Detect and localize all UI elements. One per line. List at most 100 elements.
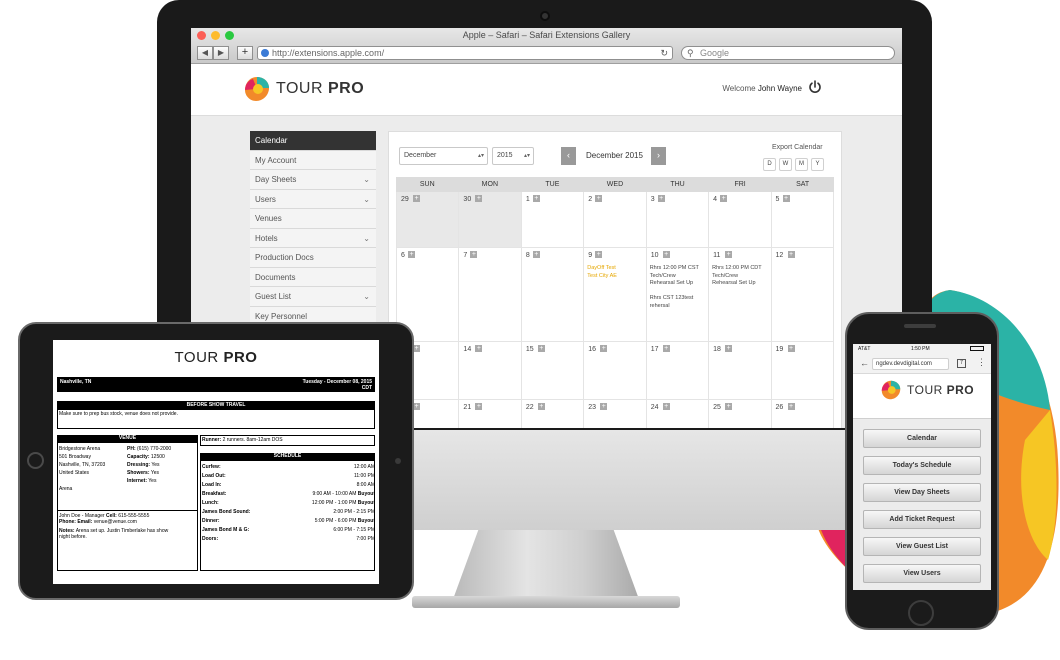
- add-event-icon[interactable]: +: [475, 403, 483, 410]
- event-line[interactable]: Rhrs 12:00 PM CST: [650, 265, 708, 273]
- add-event-icon[interactable]: +: [720, 195, 728, 202]
- add-event-icon[interactable]: +: [662, 403, 670, 410]
- calendar-day-cell[interactable]: 23 +: [584, 400, 647, 428]
- sidebar-item-venues[interactable]: Venues: [250, 209, 376, 229]
- email-value[interactable]: venue@venue.com: [94, 519, 137, 525]
- add-event-icon[interactable]: +: [475, 345, 483, 352]
- add-event-icon[interactable]: +: [537, 403, 545, 410]
- add-event-icon[interactable]: +: [600, 345, 608, 352]
- calendar-day-cell[interactable]: 21 +: [459, 400, 522, 428]
- calendar-day-cell[interactable]: 10 + Rhrs 12:00 PM CST Tech/Crew Rehearsal S…: [646, 248, 710, 342]
- calendar-day-cell[interactable]: 22 +: [521, 400, 585, 428]
- add-event-icon[interactable]: +: [787, 251, 795, 258]
- calendar-day-cell[interactable]: 29 +: [397, 192, 460, 248]
- tour-pro-logo-icon[interactable]: [244, 76, 270, 102]
- calendar-day-cell[interactable]: 7 +: [459, 248, 522, 342]
- add-event-icon[interactable]: +: [408, 251, 415, 258]
- add-event-icon[interactable]: +: [657, 195, 665, 202]
- add-event-icon[interactable]: +: [725, 345, 733, 352]
- calendar-day-cell[interactable]: 17 +: [646, 342, 710, 400]
- calendar-day-cell[interactable]: 1 +: [521, 192, 585, 248]
- calendar-day-cell[interactable]: 30 +: [459, 192, 522, 248]
- prev-month-button[interactable]: ‹: [561, 147, 576, 165]
- calendar-day-cell[interactable]: 5 +: [771, 192, 834, 248]
- sidebar-item-guest-list[interactable]: Guest List ⌄: [250, 287, 376, 307]
- calendar-day-cell[interactable]: 16 +: [584, 342, 647, 400]
- export-w-button[interactable]: W: [779, 158, 792, 171]
- add-ticket-request-button[interactable]: Add Ticket Request: [863, 510, 981, 529]
- add-event-icon[interactable]: +: [662, 251, 670, 258]
- add-event-icon[interactable]: +: [595, 251, 603, 258]
- add-event-icon[interactable]: +: [787, 345, 795, 352]
- event-line[interactable]: DayOff Test: [587, 265, 645, 273]
- calendar-day-cell[interactable]: 8 +: [521, 248, 585, 342]
- sidebar-item-production-docs[interactable]: Production Docs: [250, 248, 376, 268]
- sidebar-item-hotels[interactable]: Hotels ⌄: [250, 228, 376, 248]
- calendar-button[interactable]: Calendar: [863, 429, 981, 448]
- export-m-button[interactable]: M: [795, 158, 808, 171]
- calendar-day-cell[interactable]: 19 +: [771, 342, 834, 400]
- sidebar-item-calendar[interactable]: Calendar: [250, 131, 376, 151]
- add-event-icon[interactable]: +: [662, 345, 670, 352]
- add-event-icon[interactable]: +: [413, 403, 420, 410]
- calendar-day-cell[interactable]: 4 +: [709, 192, 772, 248]
- event-line[interactable]: rehersal: [650, 303, 708, 311]
- add-event-icon[interactable]: +: [782, 195, 790, 202]
- sidebar-item-documents[interactable]: Documents: [250, 267, 376, 287]
- add-event-icon[interactable]: +: [413, 195, 420, 202]
- forward-button[interactable]: ▶: [213, 46, 229, 60]
- calendar-day-cell[interactable]: 26 +: [771, 400, 834, 428]
- mobile-url-field[interactable]: ngdev.devdigital.com: [872, 358, 949, 370]
- calendar-day-cell[interactable]: 18 +: [709, 342, 772, 400]
- add-event-icon[interactable]: +: [470, 251, 478, 258]
- tabs-count-icon[interactable]: 7: [957, 359, 966, 368]
- calendar-day-cell[interactable]: 25 +: [709, 400, 772, 428]
- add-event-icon[interactable]: +: [787, 403, 795, 410]
- add-event-icon[interactable]: +: [537, 345, 545, 352]
- add-event-icon[interactable]: +: [600, 403, 608, 410]
- calendar-day-cell[interactable]: 11 + Rhrs 12:00 PM CDT Tech/Crew Rehearsal S…: [709, 248, 772, 342]
- event-line[interactable]: Rehearsal Set Up: [712, 280, 770, 288]
- add-event-icon[interactable]: +: [413, 345, 420, 352]
- sidebar-item-day-sheets[interactable]: Day Sheets ⌄: [250, 170, 376, 190]
- today-s-schedule-button[interactable]: Today's Schedule: [863, 456, 981, 475]
- view-guest-list-button[interactable]: View Guest List: [863, 537, 981, 556]
- user-name[interactable]: John Wayne: [758, 84, 802, 93]
- search-input[interactable]: ⚲ Google: [681, 46, 895, 60]
- calendar-day-cell[interactable]: 3 +: [646, 192, 710, 248]
- add-event-icon[interactable]: +: [725, 251, 733, 258]
- export-d-button[interactable]: D: [763, 158, 776, 171]
- overflow-menu-icon[interactable]: ⋮: [977, 357, 986, 368]
- year-select[interactable]: 2015 ▴▾: [492, 147, 534, 165]
- calendar-day-cell[interactable]: 15 +: [521, 342, 585, 400]
- event-line[interactable]: Tech/Crew: [650, 273, 708, 281]
- export-y-button[interactable]: Y: [811, 158, 824, 171]
- event-line[interactable]: Rhrs 12:00 PM CDT: [712, 265, 770, 273]
- month-select[interactable]: December ▴▾: [399, 147, 488, 165]
- add-bookmark-button[interactable]: +: [237, 46, 253, 60]
- event-line[interactable]: Test City AE: [587, 273, 645, 281]
- add-event-icon[interactable]: +: [532, 195, 540, 202]
- event-line[interactable]: Rhrs CST 123test: [650, 295, 708, 303]
- event-line[interactable]: Rehearsal Set Up: [650, 280, 708, 288]
- view-users-button[interactable]: View Users: [863, 564, 981, 583]
- back-arrow-icon[interactable]: ←: [860, 358, 869, 368]
- reload-icon[interactable]: ↻: [660, 47, 668, 59]
- calendar-day-cell[interactable]: 12 +: [771, 248, 834, 342]
- add-event-icon[interactable]: +: [475, 195, 483, 202]
- calendar-day-cell[interactable]: 2 +: [584, 192, 647, 248]
- add-event-icon[interactable]: +: [595, 195, 603, 202]
- calendar-day-cell[interactable]: 14 +: [459, 342, 522, 400]
- add-event-icon[interactable]: +: [725, 403, 733, 410]
- sidebar-item-users[interactable]: Users ⌄: [250, 189, 376, 209]
- next-month-button[interactable]: ›: [651, 147, 666, 165]
- back-button[interactable]: ◀: [197, 46, 213, 60]
- event-line[interactable]: Tech/Crew: [712, 273, 770, 281]
- calendar-day-cell[interactable]: 9 + DayOff Test Test City AE: [584, 248, 647, 342]
- view-day-sheets-button[interactable]: View Day Sheets: [863, 483, 981, 502]
- add-event-icon[interactable]: +: [532, 251, 540, 258]
- calendar-day-cell[interactable]: 24 +: [646, 400, 710, 428]
- power-icon[interactable]: [808, 80, 822, 94]
- address-bar[interactable]: http://extensions.apple.com/ ↻: [257, 46, 673, 60]
- sidebar-item-my-account[interactable]: My Account: [250, 150, 376, 170]
